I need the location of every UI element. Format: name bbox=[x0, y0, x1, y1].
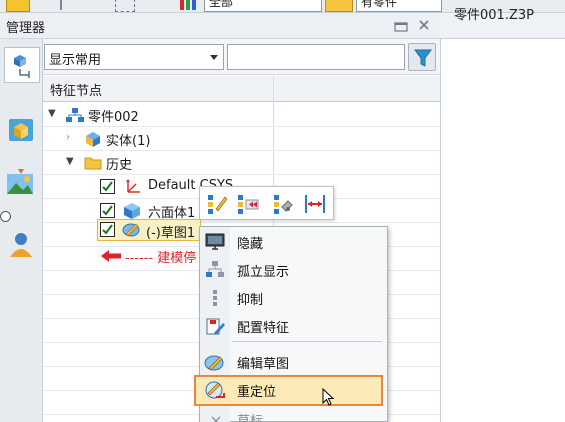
measure-icon[interactable] bbox=[302, 191, 328, 217]
configure-feature-icon bbox=[206, 318, 225, 335]
user-tab-icon[interactable] bbox=[4, 227, 38, 261]
menu-item-label: 重定位 bbox=[237, 385, 277, 400]
chevron-down-icon[interactable]: ▼ bbox=[48, 108, 56, 119]
menu-item-suppress[interactable]: 抑制 bbox=[201, 286, 386, 310]
tree-item-root[interactable]: ▼ 零件002 bbox=[44, 104, 272, 126]
menu-item-edit-sketch[interactable]: 编辑草图 bbox=[201, 350, 386, 374]
splitter-handle-icon[interactable] bbox=[0, 211, 11, 222]
menu-item-hide[interactable]: 隐藏 bbox=[201, 230, 386, 254]
rollback-marker[interactable]: ------ 建模停 bbox=[100, 247, 198, 267]
edit-feature-icon[interactable] bbox=[203, 191, 229, 217]
visibility-checkbox[interactable] bbox=[100, 203, 115, 218]
tree-item-label: 历史 bbox=[106, 158, 133, 173]
close-icon[interactable] bbox=[417, 18, 431, 32]
part-filter-icon[interactable] bbox=[325, 0, 353, 12]
select-box-icon[interactable] bbox=[115, 0, 135, 12]
row-divider bbox=[43, 126, 440, 127]
feature-properties-icon[interactable] bbox=[269, 191, 295, 217]
menu-item-label: 草标 bbox=[237, 414, 264, 422]
tree-item-solid[interactable]: › 实体(1) bbox=[44, 128, 272, 150]
tree-item-history[interactable]: ▼ 历史 bbox=[44, 152, 272, 174]
arrow-left-icon bbox=[101, 250, 121, 262]
rollback-marker-label: ------ 建模停 bbox=[125, 251, 197, 266]
select-tool-icon[interactable] bbox=[6, 0, 30, 12]
filter-funnel-icon[interactable] bbox=[408, 43, 436, 71]
color-bar-icon bbox=[186, 0, 190, 10]
document-tab-label: 零件001.Z3P bbox=[454, 8, 534, 23]
part-tree-icon bbox=[66, 108, 84, 122]
edit-sketch-icon bbox=[204, 355, 224, 371]
color-bar-icon bbox=[192, 0, 196, 10]
tree-item-label: 实体(1) bbox=[106, 134, 151, 149]
row-divider bbox=[43, 150, 440, 151]
assembly-tab-icon[interactable] bbox=[4, 113, 38, 147]
restore-icon[interactable] bbox=[394, 19, 408, 33]
display-filter-select[interactable]: 显示常用 bbox=[44, 44, 224, 70]
tree-item-label: 零件002 bbox=[88, 110, 139, 125]
reposition-icon bbox=[205, 381, 225, 399]
color-bar-icon bbox=[180, 0, 184, 10]
sketch-icon bbox=[122, 223, 140, 237]
folder-icon bbox=[84, 157, 102, 170]
rollback-icon[interactable] bbox=[235, 191, 261, 217]
box-feature-icon bbox=[124, 203, 140, 219]
visibility-checkbox[interactable] bbox=[100, 222, 115, 237]
filter-combo-label: 全部 bbox=[209, 0, 234, 9]
search-input[interactable] bbox=[227, 44, 405, 70]
manager-titlebar: 管理器 bbox=[0, 13, 440, 39]
partial-icon bbox=[211, 416, 221, 422]
chevron-down-icon[interactable]: ▼ bbox=[66, 156, 74, 167]
part-filter-combo[interactable]: 有零件 bbox=[356, 0, 442, 12]
row-divider bbox=[43, 174, 440, 175]
monitor-hide-icon bbox=[205, 233, 225, 250]
menu-item-partial[interactable]: 草标 bbox=[201, 412, 386, 422]
suppress-icon bbox=[213, 290, 217, 306]
history-tab-icon[interactable] bbox=[4, 47, 40, 83]
visibility-checkbox[interactable] bbox=[100, 179, 115, 194]
menu-item-label: 抑制 bbox=[237, 293, 264, 308]
chevron-down-icon bbox=[210, 55, 218, 60]
tool-icon[interactable] bbox=[60, 0, 76, 10]
isolate-icon bbox=[206, 261, 224, 277]
display-filter-value: 显示常用 bbox=[49, 53, 102, 68]
document-viewport[interactable] bbox=[440, 13, 565, 422]
csys-icon bbox=[126, 179, 140, 193]
menu-item-label: 配置特征 bbox=[237, 321, 290, 336]
menu-item-isolate[interactable]: 孤立显示 bbox=[201, 258, 386, 282]
part-filter-label: 有零件 bbox=[361, 0, 398, 9]
mini-toolbar bbox=[199, 186, 334, 220]
solid-icon bbox=[86, 132, 100, 147]
filter-combo[interactable]: 全部 bbox=[204, 0, 322, 12]
menu-item-configure-feature[interactable]: 配置特征 bbox=[201, 314, 386, 338]
tree-header bbox=[43, 76, 440, 102]
mouse-cursor-icon bbox=[322, 388, 335, 406]
column-header-feature-node[interactable]: 特征节点 bbox=[50, 80, 102, 99]
menu-item-label: 孤立显示 bbox=[237, 265, 290, 280]
chevron-right-icon[interactable]: › bbox=[66, 132, 70, 143]
menu-item-label: 编辑草图 bbox=[237, 357, 290, 372]
menu-item-label: 隐藏 bbox=[237, 237, 264, 252]
menu-separator bbox=[232, 341, 382, 342]
panel-title: 管理器 bbox=[6, 21, 46, 36]
view-tab-icon[interactable] bbox=[4, 167, 38, 201]
tree-item-label: (-)草图1 bbox=[146, 226, 196, 241]
manager-side-tabs bbox=[0, 39, 43, 422]
